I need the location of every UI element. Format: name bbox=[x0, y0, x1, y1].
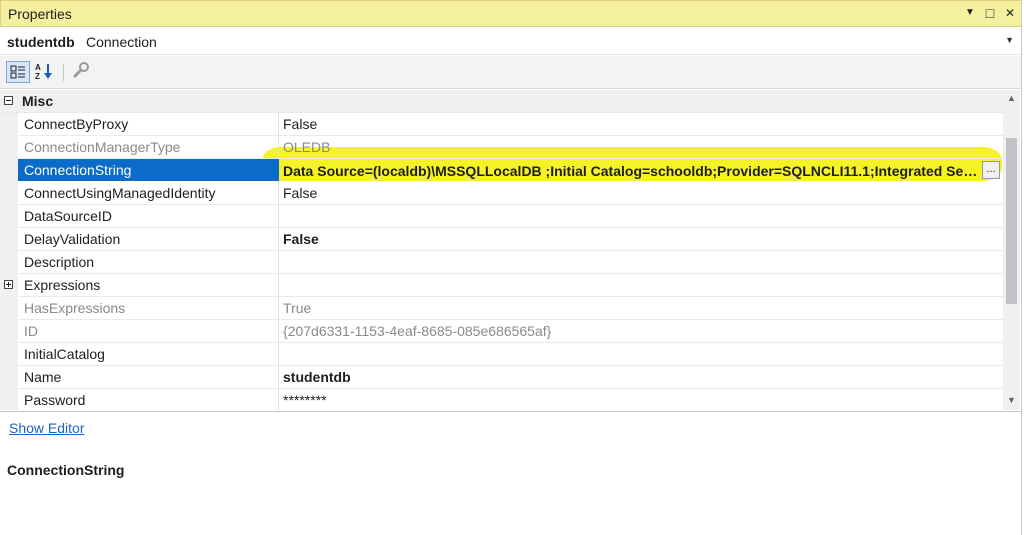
scrollbar-thumb[interactable] bbox=[1006, 138, 1017, 304]
property-row-connectionmanagertype[interactable]: ConnectionManagerType OLEDB bbox=[0, 136, 1003, 159]
svg-text:Z: Z bbox=[35, 72, 40, 81]
property-value[interactable]: ******** bbox=[279, 389, 1003, 410]
property-value[interactable] bbox=[279, 205, 1003, 227]
property-row-connectusingmanagedidentity[interactable]: ConnectUsingManagedIdentity False bbox=[0, 182, 1003, 205]
property-value: {207d6331-1153-4eaf-8685-085e686565af} bbox=[283, 323, 552, 339]
alphabetical-icon: A Z bbox=[35, 63, 52, 81]
property-row-expressions[interactable]: Expressions bbox=[0, 274, 1003, 297]
alphabetical-button[interactable]: A Z bbox=[33, 61, 57, 83]
category-label: Misc bbox=[22, 93, 54, 109]
property-name: DataSourceID bbox=[18, 205, 279, 227]
property-row-name[interactable]: Name studentdb bbox=[0, 366, 1003, 389]
property-row-delayvalidation[interactable]: DelayValidation False bbox=[0, 228, 1003, 251]
property-row-connectbyproxy[interactable]: ConnectByProxy False bbox=[0, 113, 1003, 136]
expand-icon[interactable] bbox=[4, 280, 13, 289]
window-titlebar: Properties ▼ □ ✕ bbox=[0, 0, 1022, 27]
property-row-password[interactable]: Password ******** bbox=[0, 389, 1003, 410]
maximize-icon[interactable]: □ bbox=[982, 5, 998, 21]
property-name: DelayValidation bbox=[18, 228, 279, 250]
scroll-down-icon[interactable]: ▼ bbox=[1007, 395, 1016, 405]
window-title: Properties bbox=[8, 6, 72, 22]
property-name: ID bbox=[18, 320, 279, 342]
property-value[interactable] bbox=[279, 251, 1003, 273]
property-name: Description bbox=[18, 251, 279, 273]
vertical-scrollbar[interactable]: ▲ ▼ bbox=[1003, 90, 1020, 410]
property-value[interactable] bbox=[279, 274, 1003, 296]
property-grid: Misc ConnectByProxy False ConnectionMana… bbox=[0, 90, 1003, 410]
description-title: ConnectionString bbox=[7, 462, 125, 478]
property-name: ConnectByProxy bbox=[18, 113, 279, 135]
ellipsis-button[interactable]: ... bbox=[982, 161, 1000, 179]
category-row-misc[interactable]: Misc bbox=[0, 90, 1003, 113]
scroll-up-icon[interactable]: ▲ bbox=[1007, 93, 1016, 103]
property-row-id[interactable]: ID {207d6331-1153-4eaf-8685-085e686565af… bbox=[0, 320, 1003, 343]
property-name: Expressions bbox=[18, 274, 279, 296]
property-row-connectionstring[interactable]: ConnectionString Data Source=(localdb)\M… bbox=[0, 159, 1003, 182]
property-row-datasourceid[interactable]: DataSourceID bbox=[0, 205, 1003, 228]
property-value[interactable]: False bbox=[279, 182, 1003, 204]
property-row-initialcatalog[interactable]: InitialCatalog bbox=[0, 343, 1003, 366]
property-value[interactable]: False bbox=[279, 228, 1003, 250]
property-name: ConnectionString bbox=[18, 159, 279, 181]
property-value[interactable] bbox=[279, 343, 1003, 365]
chevron-down-icon[interactable]: ▼ bbox=[1005, 35, 1014, 45]
property-value[interactable]: False bbox=[279, 113, 1003, 135]
object-type: Connection bbox=[86, 34, 157, 50]
property-value[interactable]: studentdb bbox=[279, 366, 1003, 388]
wrench-icon bbox=[72, 62, 89, 79]
close-icon[interactable]: ✕ bbox=[1002, 5, 1018, 21]
window-border bbox=[1021, 0, 1022, 535]
categorized-icon bbox=[10, 65, 25, 79]
properties-toolbar: A Z bbox=[0, 56, 1022, 89]
property-value: OLEDB bbox=[283, 139, 331, 155]
property-pages-button[interactable] bbox=[69, 61, 93, 83]
show-editor-link[interactable]: Show Editor bbox=[9, 420, 84, 436]
property-name: HasExpressions bbox=[18, 297, 279, 319]
connection-string-value[interactable]: Data Source=(localdb)\MSSQLLocalDB ;Init… bbox=[283, 160, 981, 182]
categorized-button[interactable] bbox=[6, 61, 30, 83]
object-name: studentdb bbox=[7, 34, 75, 50]
property-name: ConnectUsingManagedIdentity bbox=[18, 182, 279, 204]
property-value: True bbox=[283, 300, 312, 316]
toolbar-separator bbox=[63, 64, 64, 81]
property-name: ConnectionManagerType bbox=[18, 136, 279, 158]
svg-text:A: A bbox=[35, 63, 41, 72]
collapse-icon[interactable] bbox=[4, 96, 13, 105]
pane-splitter[interactable] bbox=[0, 411, 1022, 412]
property-name: Name bbox=[18, 366, 279, 388]
property-row-description[interactable]: Description bbox=[0, 251, 1003, 274]
property-name: InitialCatalog bbox=[18, 343, 279, 365]
property-name: Password bbox=[18, 389, 279, 410]
object-selector[interactable]: studentdb Connection ▼ bbox=[0, 28, 1022, 55]
window-position-dropdown-icon[interactable]: ▼ bbox=[962, 5, 978, 21]
property-row-hasexpressions[interactable]: HasExpressions True bbox=[0, 297, 1003, 320]
